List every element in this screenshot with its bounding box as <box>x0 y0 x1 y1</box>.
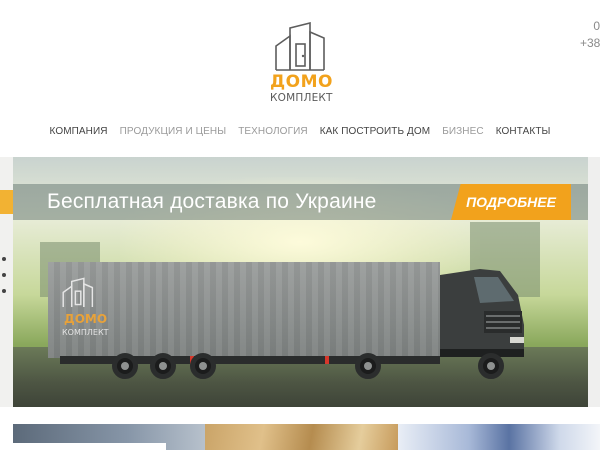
brand-name-top: ДОМО <box>270 72 333 92</box>
house-logo-icon <box>275 22 325 71</box>
more-button[interactable]: Подробнее <box>451 184 571 220</box>
truck-wheel <box>355 353 381 379</box>
trailer-logo: ДОМО КОМПЛЕКТ <box>62 276 109 337</box>
contact-phone[interactable]: 0 +38 <box>580 18 600 52</box>
slider-dot[interactable] <box>2 289 6 293</box>
house-logo-icon <box>62 277 94 307</box>
nav-item-how-to-build[interactable]: Как построить дом <box>314 126 437 137</box>
preview-tile-3[interactable] <box>398 424 600 450</box>
reflector <box>325 356 329 364</box>
slider-dot[interactable] <box>2 273 6 277</box>
truck-wheel <box>112 353 138 379</box>
next-slide-strip[interactable] <box>588 157 600 407</box>
prev-slide-strip[interactable] <box>0 157 13 407</box>
contact-line-1: 0 <box>593 19 600 33</box>
site-logo[interactable]: ДОМО КОМПЛЕКТ <box>266 22 338 104</box>
nav-item-contacts[interactable]: Контакты <box>490 126 557 137</box>
hero-headline: Бесплатная доставка по Украине <box>47 190 377 213</box>
slider-dot[interactable] <box>2 257 6 261</box>
tile-caption-bar <box>13 443 166 450</box>
preview-tile-2[interactable] <box>205 424 398 450</box>
truck-cab-icon <box>440 269 524 357</box>
hero-slider: ДОМО КОМПЛЕКТ Бесплатная доставка по Укр… <box>0 157 600 407</box>
trailer-brand-top: ДОМО <box>64 312 108 326</box>
nav-item-company[interactable]: Компания <box>44 126 114 137</box>
truck-wheel <box>150 353 176 379</box>
trailer-brand-bottom: КОМПЛЕКТ <box>62 328 109 337</box>
trailer-texture <box>48 262 440 358</box>
contact-line-2: +38 <box>580 36 600 50</box>
truck-wheel <box>478 353 504 379</box>
brand-name-bottom: КОМПЛЕКТ <box>270 92 333 104</box>
truck-wheel <box>190 353 216 379</box>
preview-tile-1[interactable] <box>13 424 205 450</box>
nav-item-technology[interactable]: Технология <box>232 126 314 137</box>
truck-trailer: ДОМО КОМПЛЕКТ <box>48 262 440 358</box>
prev-slide-accent <box>0 190 13 214</box>
main-nav: Компания Продукция и цены Технология Как… <box>0 126 600 137</box>
nav-item-business[interactable]: Бизнес <box>436 126 490 137</box>
nav-item-products[interactable]: Продукция и цены <box>114 126 233 137</box>
hero-banner: Бесплатная доставка по Украине Подробнее <box>13 184 588 220</box>
